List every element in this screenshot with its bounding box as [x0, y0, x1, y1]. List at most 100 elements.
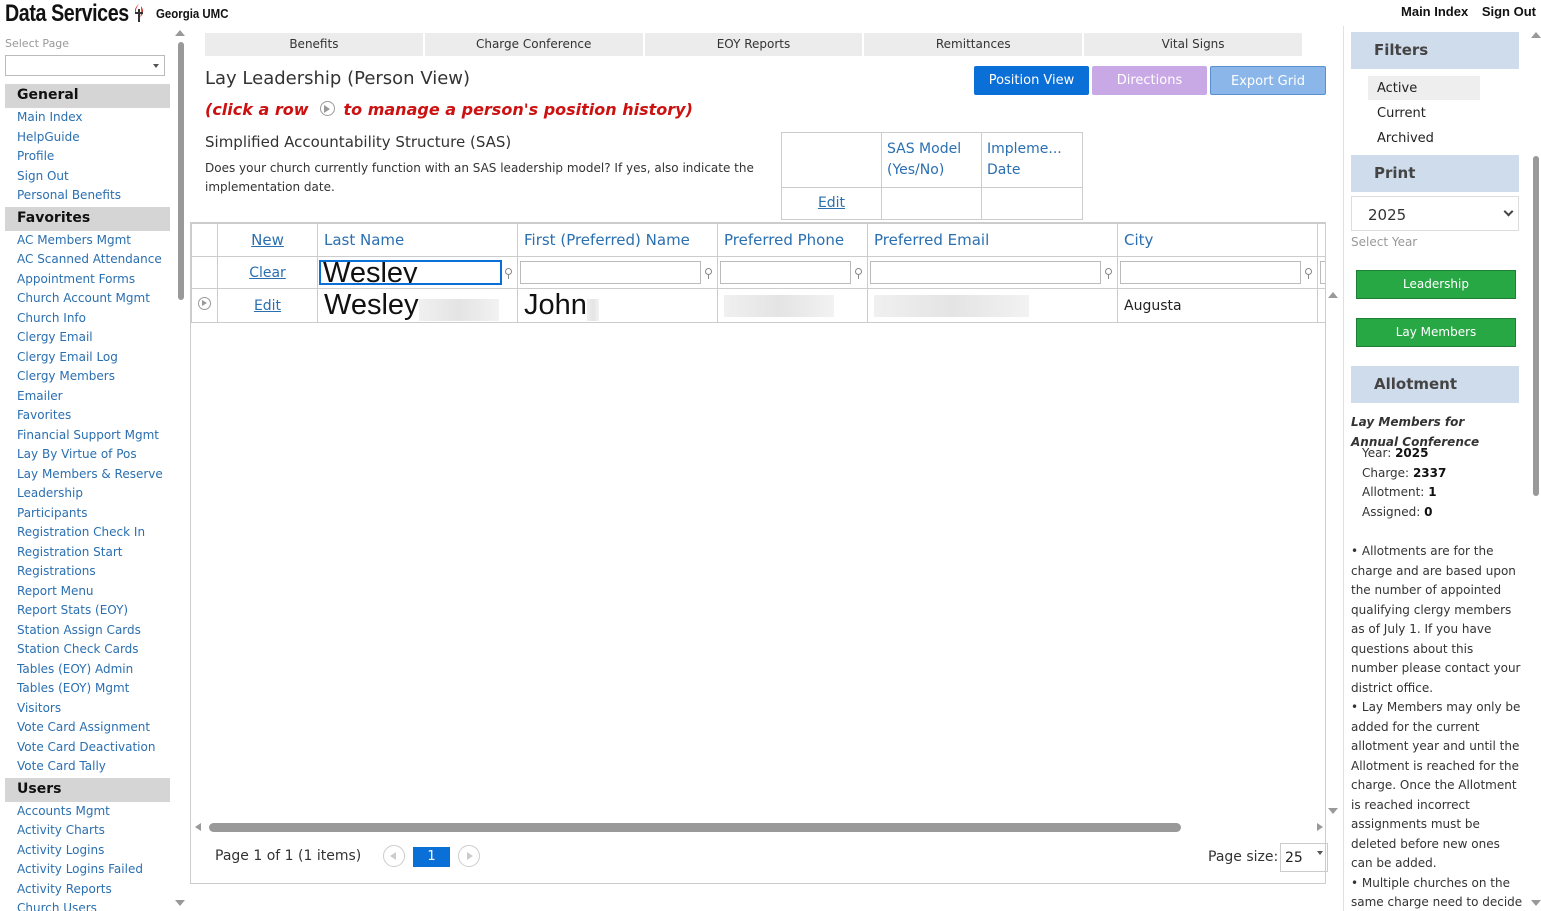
- sas-edit-link[interactable]: Edit: [818, 195, 845, 211]
- scroll-right-icon[interactable]: [1317, 823, 1323, 831]
- sidebar-item-emailer[interactable]: Emailer: [5, 387, 170, 407]
- filter-archived[interactable]: Archived: [1368, 126, 1480, 150]
- col-header-first-name[interactable]: First (Preferred) Name: [517, 223, 718, 257]
- grid-vertical-scrollbar[interactable]: [1328, 290, 1338, 820]
- sidebar-item-church-info[interactable]: Church Info: [5, 309, 170, 329]
- right-panel-scrollbar[interactable]: [1531, 32, 1541, 911]
- filter-icon[interactable]: [704, 267, 713, 279]
- filter-email-input[interactable]: [870, 261, 1101, 284]
- select-page-dropdown[interactable]: [5, 55, 165, 76]
- sidebar-item-report-menu[interactable]: Report Menu: [5, 582, 170, 602]
- sidebar-item-registrations[interactable]: Registrations: [5, 562, 170, 582]
- table-row[interactable]: Edit Wesley John Augusta: [191, 288, 1325, 323]
- grid-horizontal-scrollbar[interactable]: [195, 823, 1323, 833]
- scroll-left-icon[interactable]: [195, 823, 201, 831]
- year-select[interactable]: 2025: [1351, 196, 1519, 231]
- scroll-down-icon[interactable]: [1328, 808, 1338, 814]
- scroll-down-icon[interactable]: [1531, 900, 1541, 906]
- sidebar-item-church-account-mgmt[interactable]: Church Account Mgmt: [5, 289, 170, 309]
- sidebar-item-visitors[interactable]: Visitors: [5, 699, 170, 719]
- sidebar-item-activity-reports[interactable]: Activity Reports: [5, 880, 170, 900]
- sidebar-item-ac-scanned-attendance[interactable]: AC Scanned Attendance: [5, 250, 170, 270]
- scrollbar-thumb[interactable]: [209, 823, 1181, 832]
- sidebar-item-participants[interactable]: Participants: [5, 504, 170, 524]
- sidebar-item-lay-members-reserve[interactable]: Lay Members & Reserve: [5, 465, 170, 485]
- position-view-button[interactable]: Position View: [974, 66, 1089, 95]
- sidebar-scrollbar[interactable]: [175, 28, 185, 908]
- sidebar-item-tables-eoy-mgmt[interactable]: Tables (EOY) Mgmt: [5, 679, 170, 699]
- directions-button[interactable]: Directions: [1092, 66, 1207, 95]
- tab-eoy-reports[interactable]: EOY Reports: [644, 33, 865, 56]
- sidebar-item-clergy-email-log[interactable]: Clergy Email Log: [5, 348, 170, 368]
- sidebar-item-activity-logins[interactable]: Activity Logins: [5, 841, 170, 861]
- sidebar-item-main-index[interactable]: Main Index: [5, 108, 170, 128]
- sidebar-item-lay-by-virtue-of-pos[interactable]: Lay By Virtue of Pos: [5, 445, 170, 465]
- sidebar-item-church-users[interactable]: Church Users: [5, 899, 170, 911]
- print-leadership-button[interactable]: Leadership: [1356, 270, 1516, 299]
- sidebar-item-profile[interactable]: Profile: [5, 147, 170, 167]
- tab-charge-conference[interactable]: Charge Conference: [424, 33, 645, 56]
- export-grid-button[interactable]: Export Grid: [1210, 66, 1326, 95]
- arrow-circle-icon[interactable]: [198, 297, 211, 310]
- sidebar-item-clergy-email[interactable]: Clergy Email: [5, 328, 170, 348]
- sidebar-item-registration-start[interactable]: Registration Start: [5, 543, 170, 563]
- sidebar-item-station-assign-cards[interactable]: Station Assign Cards: [5, 621, 170, 641]
- sidebar-item-vote-card-assignment[interactable]: Vote Card Assignment: [5, 718, 170, 738]
- sidebar-item-station-check-cards[interactable]: Station Check Cards: [5, 640, 170, 660]
- sidebar-item-favorites[interactable]: Favorites: [5, 406, 170, 426]
- sidebar-item-registration-check-in[interactable]: Registration Check In: [5, 523, 170, 543]
- filter-active[interactable]: Active: [1368, 76, 1480, 100]
- sidebar-item-financial-support-mgmt[interactable]: Financial Support Mgmt: [5, 426, 170, 446]
- col-header-next[interactable]: [1317, 223, 1325, 257]
- prev-page-icon[interactable]: [383, 845, 405, 867]
- sidebar-item-vote-card-tally[interactable]: Vote Card Tally: [5, 757, 170, 777]
- sidebar-item-leadership[interactable]: Leadership: [5, 484, 170, 504]
- page-number-button[interactable]: 1: [413, 847, 450, 867]
- sidebar-item-vote-card-deactivation[interactable]: Vote Card Deactivation: [5, 738, 170, 758]
- cell-first-name: John: [524, 289, 587, 322]
- filter-current[interactable]: Current: [1368, 101, 1480, 125]
- next-page-icon[interactable]: [458, 845, 480, 867]
- tab-benefits[interactable]: Benefits: [205, 33, 425, 56]
- sidebar-item-helpguide[interactable]: HelpGuide: [5, 128, 170, 148]
- scroll-up-icon[interactable]: [1531, 32, 1541, 38]
- sidebar-item-sign-out[interactable]: Sign Out: [5, 167, 170, 187]
- sidebar-item-ac-members-mgmt[interactable]: AC Members Mgmt: [5, 231, 170, 251]
- page-size-select[interactable]: 25: [1280, 843, 1328, 872]
- filter-icon[interactable]: [1104, 267, 1113, 279]
- scrollbar-thumb[interactable]: [1533, 156, 1539, 496]
- col-header-last-name[interactable]: Last Name: [317, 223, 518, 257]
- scroll-up-icon[interactable]: [175, 30, 185, 36]
- scroll-down-icon[interactable]: [175, 900, 185, 906]
- new-link[interactable]: New: [251, 231, 284, 249]
- sidebar-item-activity-logins-failed[interactable]: Activity Logins Failed: [5, 860, 170, 880]
- filter-next-input[interactable]: [1320, 261, 1325, 284]
- filter-icon[interactable]: [1304, 267, 1313, 279]
- filter-phone-input[interactable]: [720, 261, 851, 284]
- filter-first-name-input[interactable]: [520, 261, 701, 284]
- top-nav-sign-out[interactable]: Sign Out: [1482, 4, 1536, 19]
- scroll-up-icon[interactable]: [1328, 292, 1338, 298]
- clear-link[interactable]: Clear: [249, 265, 286, 281]
- filter-icon[interactable]: [854, 267, 863, 279]
- sidebar-item-activity-charts[interactable]: Activity Charts: [5, 821, 170, 841]
- sidebar-item-report-stats-eoy[interactable]: Report Stats (EOY): [5, 601, 170, 621]
- filter-last-name-input[interactable]: Wesley: [319, 260, 502, 285]
- col-header-phone[interactable]: Preferred Phone: [717, 223, 868, 257]
- print-lay-members-button[interactable]: Lay Members: [1356, 318, 1516, 347]
- sidebar-item-accounts-mgmt[interactable]: Accounts Mgmt: [5, 802, 170, 822]
- sidebar-item-clergy-members[interactable]: Clergy Members: [5, 367, 170, 387]
- sidebar-item-personal-benefits[interactable]: Personal Benefits: [5, 186, 170, 206]
- row-edit-link[interactable]: Edit: [254, 298, 281, 314]
- top-nav-main-index[interactable]: Main Index: [1401, 4, 1468, 19]
- sidebar-item-appointment-forms[interactable]: Appointment Forms: [5, 270, 170, 290]
- tab-remittances[interactable]: Remittances: [864, 33, 1085, 56]
- tab-vital-signs[interactable]: Vital Signs: [1084, 33, 1304, 56]
- sidebar-item-tables-eoy-admin[interactable]: Tables (EOY) Admin: [5, 660, 170, 680]
- scrollbar-thumb[interactable]: [178, 42, 184, 300]
- col-header-email[interactable]: Preferred Email: [867, 223, 1118, 257]
- hint-text-start: (click a row: [205, 100, 309, 119]
- filter-city-input[interactable]: [1120, 261, 1301, 284]
- filter-icon[interactable]: [504, 267, 513, 279]
- col-header-city[interactable]: City: [1117, 223, 1318, 257]
